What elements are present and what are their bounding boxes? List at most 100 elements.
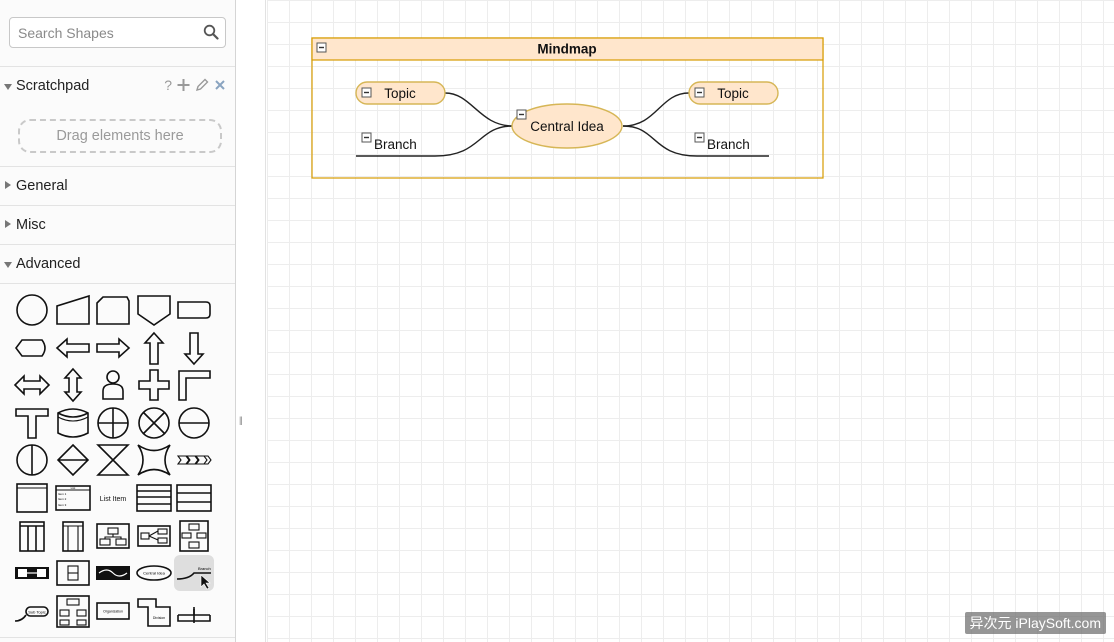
collapse-icon[interactable]	[694, 132, 705, 143]
up-down-arrow-shape[interactable]	[53, 367, 93, 403]
scratchpad-dropzone[interactable]: Drag elements here	[18, 119, 222, 153]
cross-icon	[137, 369, 170, 401]
vertical-tree-icon	[179, 519, 209, 552]
right-arrow-icon	[96, 336, 131, 359]
data-storage-shape[interactable]	[53, 405, 93, 441]
section-advanced[interactable]: Advanced	[0, 244, 235, 283]
sort-icon	[16, 444, 48, 477]
rounded-rectangle-shape[interactable]	[174, 292, 214, 328]
app-window: Scratchpad ? Drag elements here General	[0, 0, 1114, 642]
watermark: 异次元 iPlaySoft.com	[964, 612, 1106, 634]
collapse-icon[interactable]	[361, 132, 372, 143]
add-icon[interactable]	[177, 77, 190, 96]
off-page-connector-shape[interactable]	[134, 292, 174, 328]
horizontal-flow-icon	[96, 566, 130, 581]
star-shape[interactable]	[134, 442, 174, 478]
sub-topic-shape[interactable]: Sub Topic	[12, 593, 52, 629]
branch-label-left[interactable]: Branch	[374, 137, 417, 152]
svg-text:List: List	[70, 486, 75, 490]
organization-icon: Organization	[96, 601, 130, 620]
caret-down-icon	[4, 84, 12, 90]
collate-shape[interactable]	[53, 442, 93, 478]
diagram-canvas[interactable]: Mindmap Central Idea Topic Topic Branch …	[267, 0, 1114, 642]
horizontal-tree-shape[interactable]	[134, 518, 174, 554]
table-shape[interactable]	[134, 480, 174, 516]
vertical-lane-icon	[61, 520, 84, 552]
sort-shape[interactable]	[12, 442, 52, 478]
up-arrow-icon	[142, 331, 165, 365]
organization-chart-shape[interactable]	[53, 593, 93, 629]
collapse-icon[interactable]	[694, 87, 705, 98]
help-icon[interactable]: ?	[164, 77, 172, 96]
section-misc[interactable]: Misc	[0, 205, 235, 244]
svg-text:Sub Topic: Sub Topic	[28, 609, 46, 614]
sub-topic-icon: Sub Topic	[14, 605, 49, 622]
down-arrow-shape[interactable]	[174, 330, 214, 366]
cross-shape[interactable]	[134, 367, 174, 403]
list-shape[interactable]: List Item 1 Item 2 Item 3	[53, 480, 93, 516]
collapse-icon[interactable]	[316, 42, 327, 53]
edit-icon[interactable]	[195, 77, 209, 96]
scratchpad-header[interactable]: Scratchpad ?	[0, 66, 235, 105]
up-arrow-shape[interactable]	[134, 330, 174, 366]
search-icon[interactable]	[203, 24, 219, 40]
branch-shape[interactable]: Branch	[174, 555, 214, 592]
collate-hourglass-shape[interactable]	[93, 442, 133, 478]
caret-right-icon	[5, 181, 11, 189]
container-shape[interactable]	[12, 480, 52, 516]
svg-text:Organization: Organization	[103, 609, 123, 613]
horizontal-flow-shape[interactable]	[93, 555, 133, 591]
scratchpad-label: Scratchpad	[16, 78, 90, 94]
tree-container-icon	[15, 567, 49, 580]
tree-container-shape[interactable]	[12, 555, 52, 591]
tree-connector-shape[interactable]	[174, 593, 214, 629]
direct-access-shape[interactable]	[174, 405, 214, 441]
tee-icon	[15, 407, 49, 439]
sum-function-shape[interactable]	[134, 405, 174, 441]
drag-handle-icon[interactable]: ||	[239, 415, 243, 425]
branch-label-right[interactable]: Branch	[707, 137, 750, 152]
search-input[interactable]	[10, 18, 200, 47]
display-shape[interactable]	[12, 330, 52, 366]
layout-container-shape[interactable]	[53, 555, 93, 591]
actor-shape[interactable]	[93, 367, 133, 403]
division-shape[interactable]: Division	[134, 593, 174, 629]
svg-text:Item 3: Item 3	[58, 503, 67, 507]
corner-shape[interactable]	[174, 367, 214, 403]
org-chart-icon	[96, 522, 130, 549]
card-shape[interactable]	[93, 292, 133, 328]
ellipse-shape[interactable]	[12, 292, 52, 328]
manual-input-shape[interactable]	[53, 292, 93, 328]
step-icon	[176, 455, 212, 465]
close-icon[interactable]	[214, 77, 226, 96]
central-idea-shape[interactable]: Central Idea	[134, 555, 174, 591]
list-icon: ListItem 1Item 2 Item 3	[54, 485, 91, 511]
org-chart-shape[interactable]	[93, 518, 133, 554]
right-arrow-shape[interactable]	[93, 330, 133, 366]
collapse-icon[interactable]	[361, 87, 372, 98]
vertical-pool-shape[interactable]	[12, 518, 52, 554]
ellipse-icon	[16, 294, 48, 326]
section-general[interactable]: General	[0, 166, 235, 205]
vertical-lane-shape[interactable]	[53, 518, 93, 554]
collapse-icon[interactable]	[516, 109, 527, 120]
tee-shape[interactable]	[12, 405, 52, 441]
section-divider	[0, 637, 235, 638]
svg-text:Central Idea: Central Idea	[143, 571, 166, 576]
panel-divider[interactable]: ||	[236, 0, 266, 642]
sum-function-icon	[137, 406, 170, 439]
off-page-connector-icon	[136, 295, 171, 326]
topic-label-left: Topic	[384, 86, 416, 101]
step-shape[interactable]	[174, 442, 214, 478]
left-right-arrow-icon	[13, 374, 51, 397]
or-shape[interactable]	[93, 405, 133, 441]
table-rows-shape[interactable]	[174, 480, 214, 516]
left-arrow-shape[interactable]	[53, 330, 93, 366]
organization-shape[interactable]: Organization	[93, 593, 133, 629]
up-down-arrow-icon	[62, 367, 83, 403]
actor-icon	[102, 370, 124, 400]
horizontal-tree-icon	[136, 524, 171, 547]
left-right-arrow-shape[interactable]	[12, 367, 52, 403]
list-item-shape[interactable]: List Item	[93, 480, 133, 516]
vertical-tree-shape[interactable]	[174, 518, 214, 554]
